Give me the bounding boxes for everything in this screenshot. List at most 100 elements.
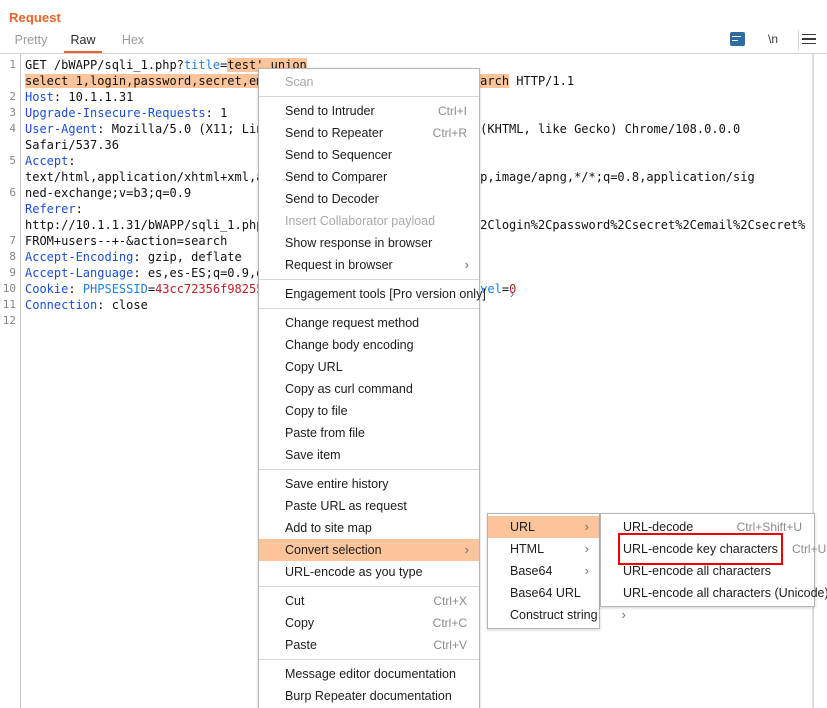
view-mode-tabs: Pretty Raw Hex <box>0 30 827 53</box>
newline-toggle-icon[interactable]: \n <box>763 29 783 49</box>
menu-item-label: HTML <box>510 542 545 556</box>
menu-item-paste[interactable]: Paste Ctrl+V <box>259 634 479 656</box>
menu-item-base64[interactable]: Base64 › <box>488 560 599 582</box>
menu-item-shortcut: Ctrl+V <box>433 638 467 652</box>
menu-item-label: Add to site map <box>285 521 372 535</box>
chevron-right-icon: › <box>584 519 589 534</box>
menu-item-url-encode-key-characters[interactable]: URL-encode key characters Ctrl+U <box>601 533 826 565</box>
menu-item-show-response-in-browser[interactable]: Show response in browser <box>259 232 479 254</box>
menu-item-label: Save item <box>285 448 341 462</box>
menu-item-send-to-intruder[interactable]: Send to Intruder Ctrl+I <box>259 100 479 122</box>
menu-item-label: Send to Intruder <box>285 104 375 118</box>
menu-item-label: Convert selection <box>285 543 382 557</box>
menu-item-change-request-method[interactable]: Change request method <box>259 312 479 334</box>
menu-item-shortcut: Ctrl+C <box>432 616 467 630</box>
menu-separator <box>259 279 479 280</box>
menu-item-label: Copy <box>285 616 315 630</box>
line-number: 3 <box>9 106 16 119</box>
menu-item-copy[interactable]: Copy Ctrl+C <box>259 612 479 634</box>
menu-item-shortcut: Ctrl+X <box>433 594 467 608</box>
menu-item-shortcut: Ctrl+U <box>791 542 827 556</box>
menu-item-send-to-repeater[interactable]: Send to Repeater Ctrl+R <box>259 122 479 144</box>
menu-item-html[interactable]: HTML › <box>488 538 599 560</box>
menu-item-shortcut: Ctrl+I <box>437 104 467 118</box>
menu-item-copy-to-file[interactable]: Copy to file <box>259 400 479 422</box>
menu-item-send-to-sequencer[interactable]: Send to Sequencer <box>259 144 479 166</box>
menu-item-save-item[interactable]: Save item <box>259 444 479 466</box>
menu-item-construct-string[interactable]: Construct string › <box>488 604 626 626</box>
menu-item-label: Construct string <box>510 608 598 622</box>
chevron-right-icon: › <box>584 563 589 578</box>
menu-item-change-body-encoding[interactable]: Change body encoding <box>259 334 479 356</box>
line-number: 5 <box>9 154 16 167</box>
menu-item-convert-selection[interactable]: Convert selection › <box>259 539 479 561</box>
context-menu[interactable]: Scan Send to Intruder Ctrl+I Send to Repeat… <box>258 68 514 708</box>
menu-item-label: Copy URL <box>285 360 343 374</box>
menu-item-burp-repeater-documentation[interactable]: Burp Repeater documentation <box>259 685 479 707</box>
menu-separator <box>259 586 479 587</box>
menu-item-shortcut: Ctrl+R <box>432 126 467 140</box>
menu-item-message-editor-documentation[interactable]: Message editor documentation <box>259 663 479 685</box>
menu-item-shortcut: Ctrl+Shift+U <box>736 520 802 534</box>
menu-item-engagement-tools-pro-version-only[interactable]: Engagement tools [Pro version only] › <box>259 283 514 305</box>
menu-item-request-in-browser[interactable]: Request in browser › <box>259 254 479 276</box>
menu-item-url-encode-as-you-type[interactable]: URL-encode as you type <box>259 561 479 583</box>
menu-item-label: Request in browser <box>285 258 393 272</box>
chevron-right-icon: › <box>464 257 469 272</box>
menu-item-label: URL-encode key characters <box>618 533 783 565</box>
line-number-gutter: 1 2 3 4 5 6 7 8 9 10 11 12 <box>0 54 21 708</box>
menu-separator <box>259 659 479 660</box>
page-title: Request <box>9 10 61 25</box>
menu-item-send-to-decoder[interactable]: Send to Decoder <box>259 188 479 210</box>
menu-item-url[interactable]: URL › <box>488 516 599 538</box>
url-convert-submenu[interactable]: URL-decode Ctrl+Shift+U URL-encode key cha… <box>600 513 827 607</box>
menu-item-label: Send to Decoder <box>285 192 379 206</box>
menu-item-label: Burp Repeater documentation <box>285 689 452 703</box>
line-number: 6 <box>9 186 16 199</box>
tab-raw[interactable]: Raw <box>62 30 104 53</box>
menu-item-label: Save entire history <box>285 477 389 491</box>
chevron-right-icon: › <box>621 607 626 622</box>
chevron-right-icon: › <box>584 541 589 556</box>
menu-item-base64-url[interactable]: Base64 URL› <box>488 582 609 604</box>
menu-item-label: Show response in browser <box>285 236 433 250</box>
line-number: 10 <box>2 282 16 295</box>
menu-item-insert-collaborator-payload: Insert Collaborator payload <box>259 210 479 232</box>
hamburger-menu-icon[interactable] <box>799 29 819 49</box>
menu-item-add-to-site-map[interactable]: Add to site map <box>259 517 479 539</box>
menu-item-label: URL <box>510 520 536 534</box>
menu-item-label: Paste <box>285 638 317 652</box>
convert-selection-submenu[interactable]: URL›HTML›Base64›Base64 URL›Construct str… <box>487 513 626 629</box>
menu-item-copy-url[interactable]: Copy URL <box>259 356 479 378</box>
menu-item-url-encode-all-characters-unicode[interactable]: URL-encode all characters (Unicode) <box>601 582 827 604</box>
chevron-right-icon: › <box>464 542 469 557</box>
menu-item-label: Paste from file <box>285 426 365 440</box>
menu-item-label: Message editor documentation <box>285 667 456 681</box>
line-number: 11 <box>2 298 16 311</box>
editor-toolbar: \n <box>727 28 819 50</box>
menu-separator <box>259 96 479 97</box>
menu-item-label: Change request method <box>285 316 420 330</box>
tab-hex[interactable]: Hex <box>112 30 154 53</box>
menu-item-url-decode[interactable]: URL-decode Ctrl+Shift+U <box>601 516 814 538</box>
menu-item-save-entire-history[interactable]: Save entire history <box>259 473 479 495</box>
menu-item-paste-from-file[interactable]: Paste from file <box>259 422 479 444</box>
menu-item-label: Base64 <box>510 564 553 578</box>
vertical-scrollbar[interactable] <box>813 54 827 708</box>
chevron-right-icon: › <box>509 286 515 301</box>
menu-item-url-encode-all-characters[interactable]: URL-encode all characters <box>601 560 814 582</box>
tab-pretty[interactable]: Pretty <box>8 30 54 53</box>
menu-item-paste-url-as-request[interactable]: Paste URL as request <box>259 495 479 517</box>
menu-item-label: Send to Repeater <box>285 126 383 140</box>
line-number: 1 <box>9 58 16 71</box>
menu-item-label: Send to Sequencer <box>285 148 393 162</box>
menu-separator <box>259 469 479 470</box>
menu-item-copy-as-curl-command[interactable]: Copy as curl command <box>259 378 479 400</box>
menu-item-scan: Scan <box>259 71 479 93</box>
menu-item-cut[interactable]: Cut Ctrl+X <box>259 590 479 612</box>
menu-item-send-to-comparer[interactable]: Send to Comparer <box>259 166 479 188</box>
menu-item-label: URL-decode <box>623 520 694 534</box>
menu-item-label: Insert Collaborator payload <box>285 214 436 228</box>
message-editor-icon[interactable] <box>727 29 747 49</box>
line-number: 2 <box>9 90 16 103</box>
